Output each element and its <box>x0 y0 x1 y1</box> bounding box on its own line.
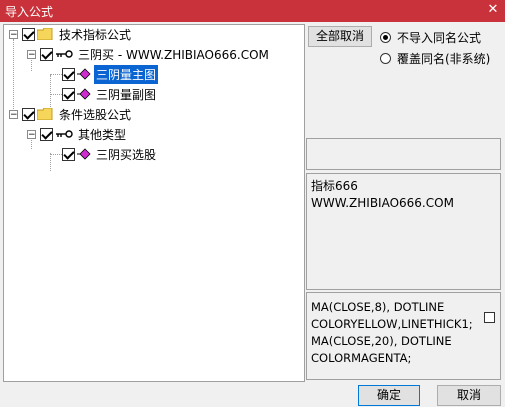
code-panel: MA(CLOSE,8), DOTLINE COLORYELLOW,LINETHI… <box>306 292 501 380</box>
formula-tree[interactable]: − 技术指标公式 − 三阴买 - WWW.ZHIBIAO666.COM 三阴量主… <box>3 24 305 382</box>
key-icon <box>56 130 73 138</box>
tree-node-item[interactable]: 三阴买选股 <box>62 145 158 163</box>
tree-label: 三阴量主图 <box>94 64 159 84</box>
radio-skip-duplicates[interactable]: 不导入同名公式 <box>380 29 481 46</box>
tree-label: 三阴量副图 <box>96 87 157 102</box>
tree-label: 其他类型 <box>78 127 127 142</box>
key-icon <box>56 50 73 58</box>
item-checkbox[interactable] <box>62 147 75 161</box>
tree-connector <box>50 153 51 171</box>
tree-label: 三阴买 - WWW.ZHIBIAO666.COM <box>78 47 269 62</box>
description-line: 指标666 <box>311 179 358 193</box>
tree-label: 技术指标公式 <box>59 27 132 42</box>
tree-connector <box>50 94 62 95</box>
collapse-icon[interactable]: − <box>9 109 18 119</box>
tree-node-group2[interactable]: − 条件选股公式 <box>9 105 133 123</box>
description-text: 指标666 WWW.ZHIBIAO666.COM <box>311 178 454 212</box>
cancel-button[interactable]: 取消 <box>437 385 501 406</box>
description-panel: 指标666 WWW.ZHIBIAO666.COM <box>306 173 501 290</box>
other-checkbox[interactable] <box>40 127 53 141</box>
formula-diamond-icon <box>77 148 91 160</box>
close-icon[interactable]: ✕ <box>485 2 501 18</box>
cancel-all-button[interactable]: 全部取消 <box>308 26 372 47</box>
radio-button[interactable] <box>380 32 391 43</box>
folder-icon <box>37 108 53 120</box>
radio-overwrite-duplicates[interactable]: 覆盖同名(非系统) <box>380 50 490 67</box>
radio-label: 覆盖同名(非系统) <box>397 52 491 66</box>
folder-icon <box>37 28 53 40</box>
code-checkbox[interactable] <box>484 312 495 323</box>
tree-label: 三阴买选股 <box>96 147 157 162</box>
collapse-icon[interactable]: − <box>27 129 36 139</box>
code-line: COLORMAGENTA; <box>311 351 412 365</box>
radio-button[interactable] <box>380 53 391 64</box>
tree-node-item[interactable]: 三阴量主图 <box>62 64 159 84</box>
tree-connector <box>50 154 62 155</box>
formula-code: MA(CLOSE,8), DOTLINE COLORYELLOW,LINETHI… <box>311 299 479 367</box>
item-checkbox[interactable] <box>62 87 75 101</box>
group1-checkbox[interactable] <box>22 27 35 41</box>
tree-node-group1[interactable]: − 技术指标公式 <box>9 25 133 43</box>
item-checkbox[interactable] <box>62 67 75 81</box>
tree-label: 条件选股公式 <box>59 107 132 122</box>
tree-node-sanyinmai[interactable]: − 三阴买 - WWW.ZHIBIAO666.COM <box>27 45 271 63</box>
description-line: WWW.ZHIBIAO666.COM <box>311 196 454 210</box>
ok-button[interactable]: 确定 <box>358 385 420 406</box>
collapse-icon[interactable]: − <box>9 29 18 39</box>
title-bar: 导入公式 ✕ <box>0 0 505 22</box>
formula-diamond-icon <box>77 68 91 80</box>
tree-connector <box>50 74 62 75</box>
code-line: COLORYELLOW,LINETHICK1; <box>311 317 473 331</box>
tree-node-item[interactable]: 三阴量副图 <box>62 85 158 103</box>
window-title: 导入公式 <box>5 5 54 19</box>
group2-checkbox[interactable] <box>22 107 35 121</box>
collapse-icon[interactable]: − <box>27 49 36 59</box>
formula-diamond-icon <box>77 88 91 100</box>
empty-panel <box>306 138 501 170</box>
code-line: MA(CLOSE,8), DOTLINE <box>311 300 445 314</box>
radio-label: 不导入同名公式 <box>397 31 482 45</box>
tree-connector <box>13 39 14 115</box>
tree-node-other[interactable]: − 其他类型 <box>27 125 128 143</box>
sanyinmai-checkbox[interactable] <box>40 47 53 61</box>
code-line: MA(CLOSE,20), DOTLINE <box>311 334 452 348</box>
